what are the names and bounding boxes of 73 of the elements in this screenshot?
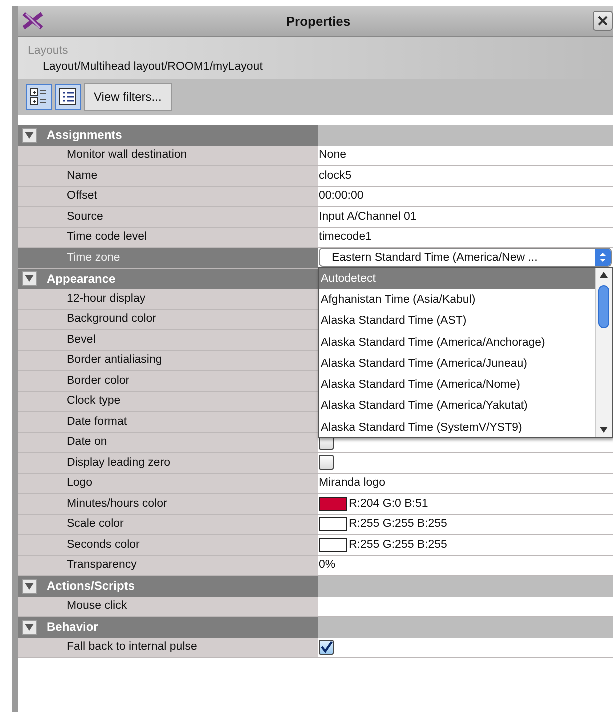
property-label[interactable]: Scale color [18,514,318,534]
dropdown-option[interactable]: Alaska Standard Time (SystemV/YST9) [319,417,595,437]
property-label[interactable]: 12-hour display [18,289,318,308]
section-header[interactable]: Behavior [18,617,318,638]
property-label[interactable]: Date format [18,412,318,432]
property-label[interactable]: Border color [18,371,318,390]
property-value[interactable]: None [319,149,346,162]
section-header[interactable]: Appearance [18,268,318,289]
section-header[interactable]: Assignments [18,125,318,146]
property-label[interactable]: Background color [18,310,318,329]
checkbox[interactable] [319,640,334,655]
dropdown-option[interactable]: Alaska Standard Time (AST) [319,310,595,332]
list-view-button[interactable] [55,84,81,110]
view-filters-button[interactable]: View filters... [84,83,172,111]
collapse-toggle-icon[interactable] [22,620,37,635]
close-icon[interactable] [597,15,609,27]
property-value[interactable]: timecode1 [319,231,372,244]
property-label[interactable]: Minutes/hours color [18,494,318,514]
spinner-arrows-icon[interactable] [595,249,611,266]
property-label[interactable]: Name [18,166,318,186]
dropdown-option[interactable]: Alaska Standard Time (America/Yakutat) [319,396,595,418]
property-label[interactable]: Clock type [18,392,318,411]
section-header[interactable]: Actions/Scripts [18,576,318,596]
property-value[interactable]: 00:00:00 [319,190,364,202]
list-icon[interactable] [59,88,77,106]
collapse-toggle-icon[interactable] [22,271,37,286]
property-value[interactable]: Input A/Channel 01 [319,210,417,223]
dropdown-list[interactable] [318,267,613,438]
collapse-toggle-icon[interactable] [22,578,37,594]
color-value: R:204 G:0 B:51 [349,498,428,510]
property-label[interactable]: Transparency [18,556,318,575]
categorized-view-button[interactable] [26,84,52,110]
section-title: Behavior [47,620,98,634]
time-zone-dropdown[interactable]: Eastern Standard Time (America/New ... [319,248,612,268]
color-value: R:255 G:255 B:255 [349,518,448,530]
property-label[interactable]: Date on [18,432,318,452]
collapse-toggle-icon[interactable] [22,128,37,143]
property-label[interactable]: Bevel [18,330,318,350]
property-label[interactable]: Display leading zero [18,453,318,472]
property-label[interactable]: Fall back to internal pulse [18,638,318,657]
layout-path: Layout/Multihead layout/ROOM1/myLayout [43,61,264,73]
window-title: Properties [285,14,352,28]
dropdown-option[interactable]: Afghanistan Time (Asia/Kabul) [319,289,595,311]
property-label[interactable]: Seconds color [18,535,318,554]
property-label[interactable]: Offset [18,186,318,206]
dropdown-value: Eastern Standard Time (America/New ... [332,252,538,264]
property-label[interactable]: Logo [18,474,318,493]
logo-icon [22,12,44,30]
property-label[interactable]: Source [18,207,318,226]
property-value[interactable]: 0% [319,559,336,572]
dropdown-option[interactable]: Alaska Standard Time (America/Juneau) [319,353,595,374]
property-value[interactable]: clock5 [319,170,352,182]
dropdown-option[interactable]: Alaska Standard Time (America/Anchorage) [319,332,595,354]
scroll-bar[interactable] [595,268,612,437]
section-title: Appearance [47,272,116,286]
color-swatch[interactable] [319,517,347,532]
color-value: R:255 G:255 B:255 [349,538,448,551]
dropdown-option[interactable]: Alaska Standard Time (America/Nome) [319,374,595,396]
property-label[interactable]: Time zone [18,248,318,268]
section-label: Layouts [28,45,70,57]
dropdown-option[interactable]: Autodetect [319,268,595,290]
color-swatch[interactable] [319,538,347,552]
property-label[interactable]: Border antialiasing [18,350,318,370]
section-title: Assignments [47,128,122,142]
section-title: Actions/Scripts [47,579,136,594]
property-label[interactable]: Monitor wall destination [18,146,318,165]
tree-list-icon[interactable] [30,88,48,106]
property-label[interactable]: Time code level [18,228,318,247]
close-button[interactable] [593,11,613,31]
property-value[interactable]: Miranda logo [319,477,386,490]
property-label[interactable]: Mouse click [18,596,318,616]
color-swatch[interactable] [319,496,347,511]
checkbox[interactable] [319,455,334,470]
